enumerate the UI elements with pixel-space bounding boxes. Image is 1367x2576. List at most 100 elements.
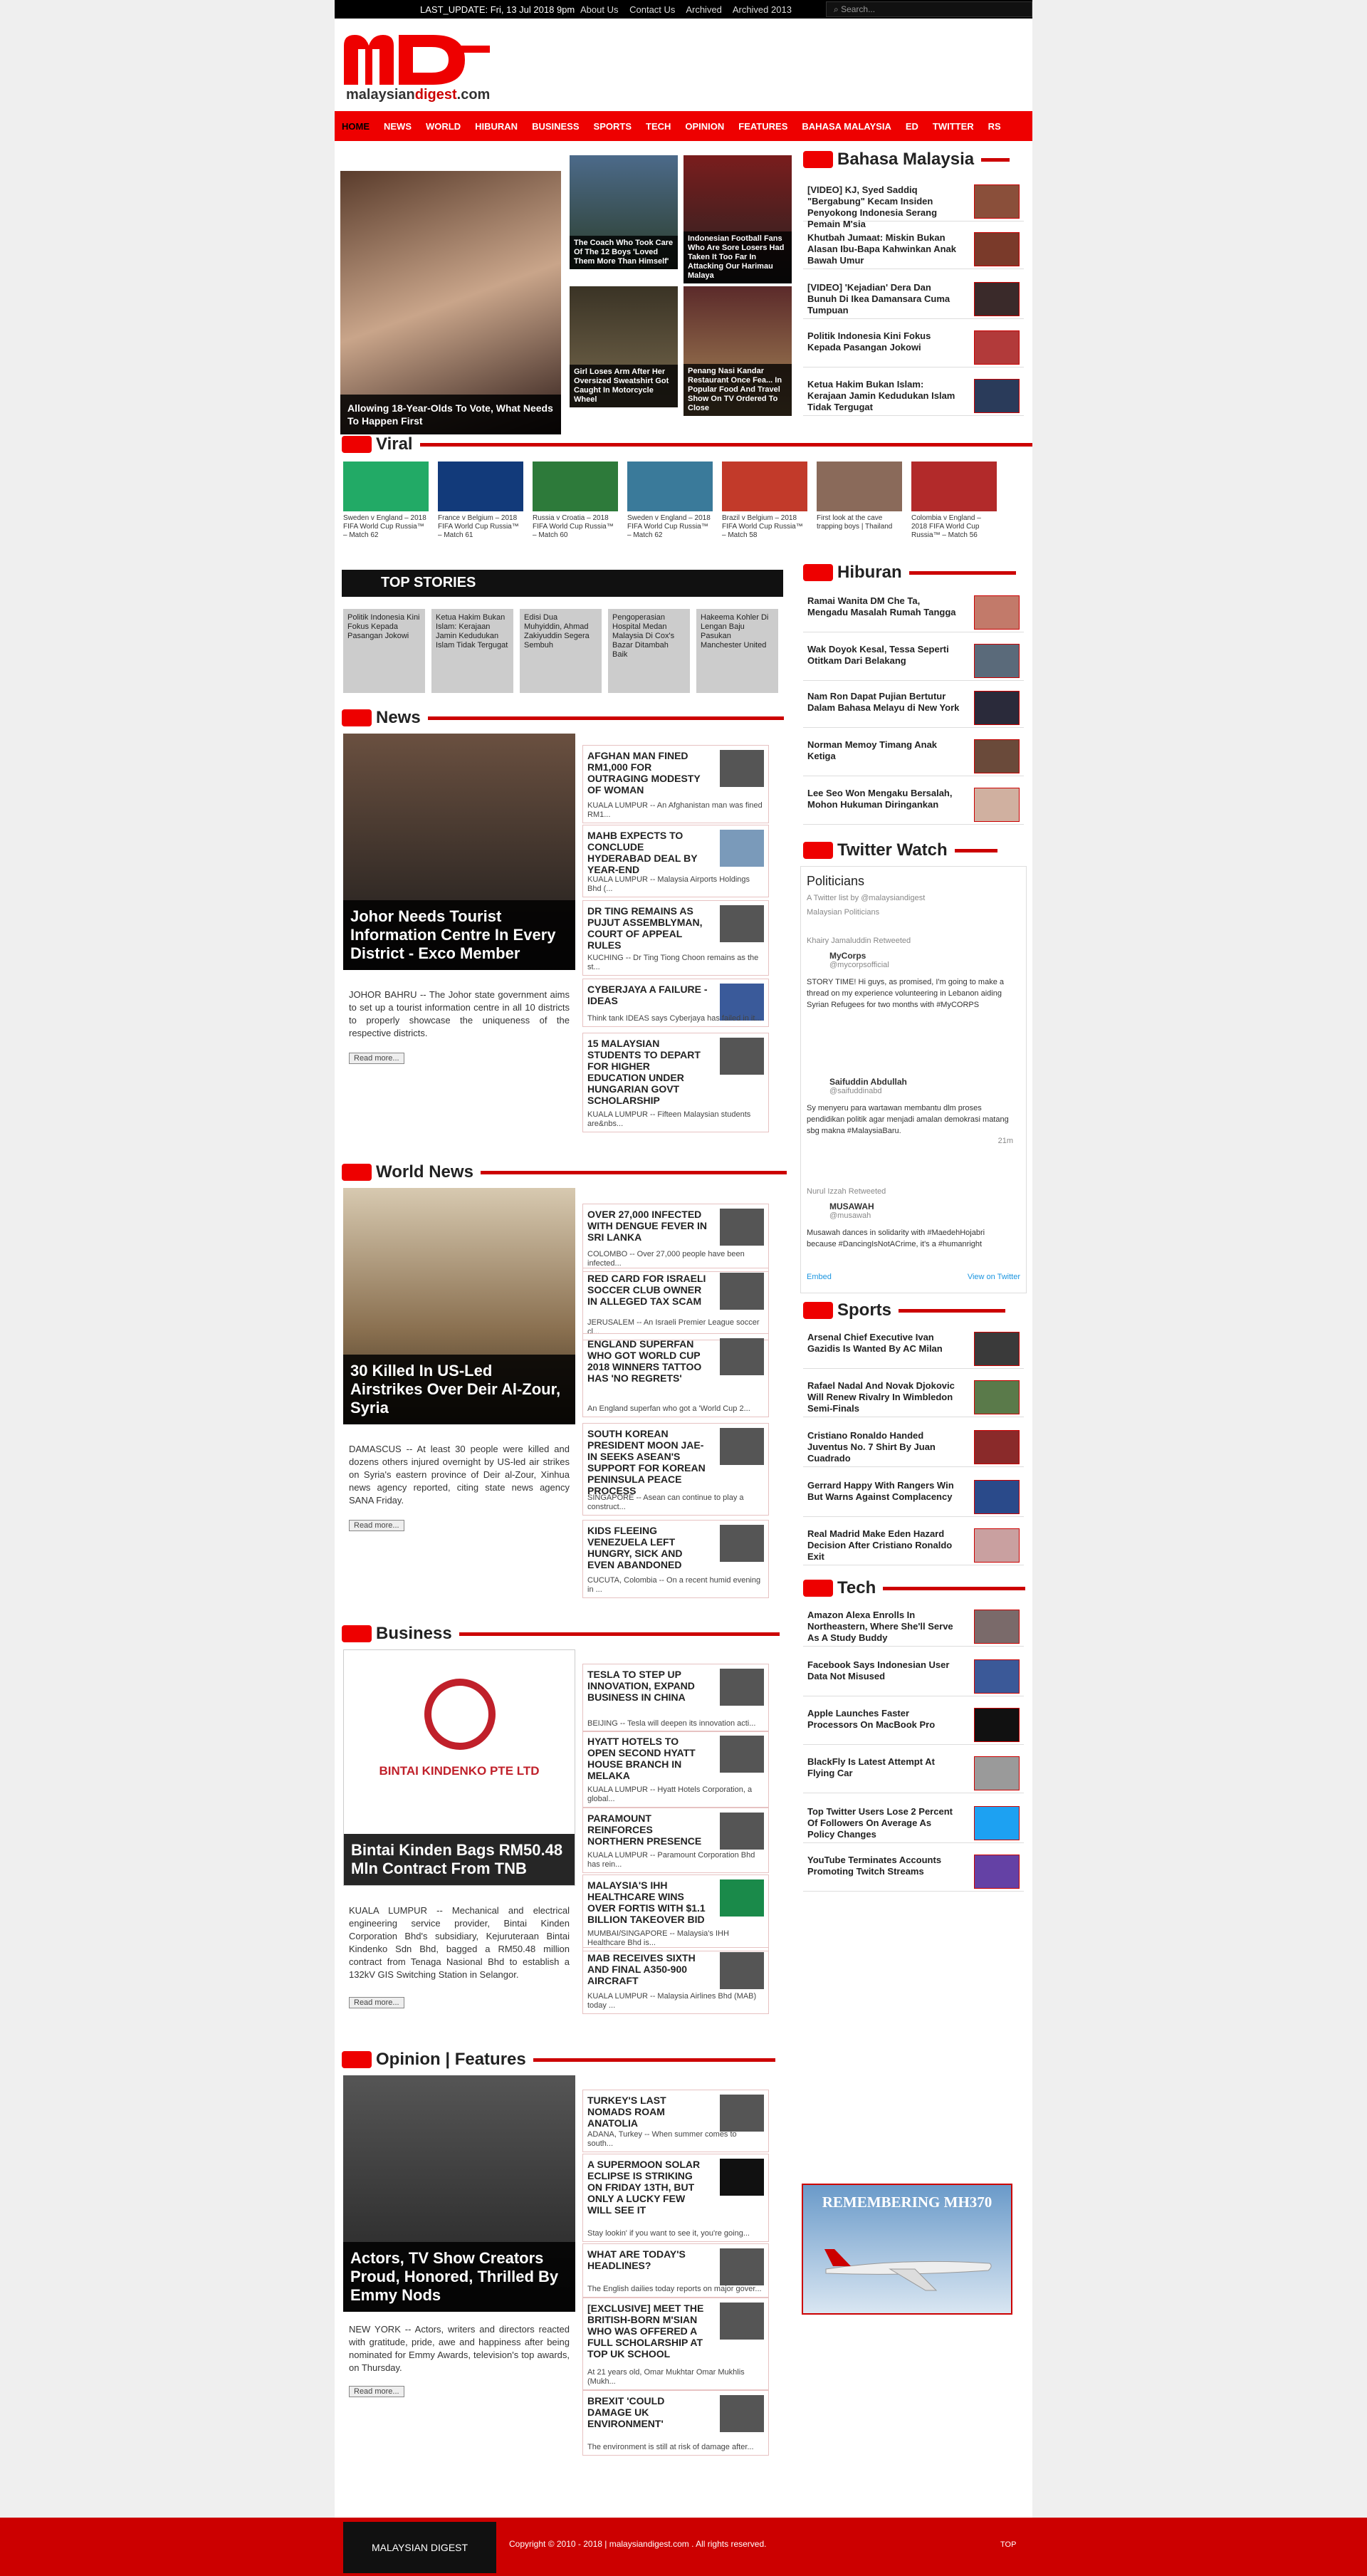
list-item[interactable]: YouTube Terminates Accounts Promoting Tw… [803, 1852, 1024, 1892]
news-item[interactable]: [EXCLUSIVE] MEET THE BRITISH-BORN M'SIAN… [582, 2298, 769, 2390]
link-archived-2013[interactable]: Archived 2013 [733, 4, 792, 15]
search-input[interactable]: ⌕ Search... [826, 1, 1032, 17]
featured-main[interactable]: Allowing 18-Year-Olds To Vote, What Need… [340, 171, 561, 434]
nav-opinion[interactable]: OPINION [685, 121, 724, 132]
list-item[interactable]: BlackFly Is Latest Attempt At Flying Car [803, 1753, 1024, 1793]
news-item[interactable]: TESLA TO STEP UP INNOVATION, EXPAND BUSI… [582, 1664, 769, 1732]
list-item[interactable]: Gerrard Happy With Rangers Win But Warns… [803, 1477, 1024, 1517]
nav-ed[interactable]: ED [906, 121, 918, 132]
news-item[interactable]: MALAYSIA'S IHH HEALTHCARE WINS OVER FORT… [582, 1874, 769, 1951]
video-item[interactable]: First look at the cave trapping boys | T… [817, 462, 902, 547]
featured-thumb[interactable]: The Coach Who Took Care Of The 12 Boys '… [570, 155, 678, 269]
section-title-sports: Sports [803, 1300, 1006, 1320]
business-main[interactable]: BINTAI KINDENKO PTE LTD Bintai Kinden Ba… [343, 1649, 575, 1886]
tweet[interactable]: Nurul Izzah Retweeted MUSAWAH @musawah M… [807, 1187, 1013, 1250]
list-item[interactable]: Cristiano Ronaldo Handed Juventus No. 7 … [803, 1427, 1024, 1467]
embed-link[interactable]: Embed [807, 1273, 832, 1281]
md-logo-icon [803, 842, 833, 859]
link-contact[interactable]: Contact Us [629, 4, 675, 15]
top-story[interactable]: Edisi Dua Muhyiddin, Ahmad Zakiyuddin Se… [520, 609, 602, 693]
list-item[interactable]: Real Madrid Make Eden Hazard Decision Af… [803, 1526, 1024, 1565]
top-story[interactable]: Politik Indonesia Kini Fokus Kepada Pasa… [343, 609, 425, 693]
list-item[interactable]: Wak Doyok Kesal, Tessa Seperti Otitkam D… [803, 641, 1024, 681]
list-item[interactable]: Apple Launches Faster Processors On MacB… [803, 1705, 1024, 1745]
video-item[interactable]: France v Belgium – 2018 FIFA World Cup R… [438, 462, 523, 547]
featured-thumb[interactable]: Penang Nasi Kandar Restaurant Once Fea..… [684, 286, 792, 416]
news-item[interactable]: AFGHAN MAN FINED RM1,000 FOR OUTRAGING M… [582, 745, 769, 823]
nav-twitter[interactable]: TWITTER [933, 121, 974, 132]
read-more-button[interactable]: Read more... [349, 1053, 404, 1064]
bintai-logo-icon [424, 1679, 496, 1750]
world-main[interactable]: 30 Killed In US-Led Airstrikes Over Deir… [343, 1188, 575, 1424]
news-item[interactable]: SOUTH KOREAN PRESIDENT MOON JAE-IN SEEKS… [582, 1423, 769, 1516]
news-item[interactable]: CYBERJAYA A FAILURE - IDEAS Think tank ID… [582, 979, 769, 1027]
video-item[interactable]: Russia v Croatia – 2018 FIFA World Cup R… [533, 462, 618, 547]
news-item[interactable]: OVER 27,000 INFECTED WITH DENGUE FEVER I… [582, 1204, 769, 1272]
tweet[interactable]: Saifuddin Abdullah @saifuddinabd Sy meny… [807, 1077, 1013, 1145]
featured-thumb[interactable]: Indonesian Football Fans Who Are Sore Lo… [684, 155, 792, 283]
link-archived[interactable]: Archived [686, 4, 722, 15]
list-item[interactable]: Arsenal Chief Executive Ivan Gazidis Is … [803, 1329, 1024, 1369]
link-about[interactable]: About Us [580, 4, 618, 15]
featured-thumb[interactable]: Girl Loses Arm After Her Oversized Sweat… [570, 286, 678, 407]
list-item[interactable]: Norman Memoy Timang Anak Ketiga [803, 736, 1024, 776]
nav-world[interactable]: WORLD [426, 121, 461, 132]
top-story[interactable]: Ketua Hakim Bukan Islam: Kerajaan Jamin … [431, 609, 513, 693]
main-nav: HOME NEWS WORLD HIBURAN BUSINESS SPORTS … [335, 111, 1032, 141]
news-item[interactable]: 15 MALAYSIAN STUDENTS TO DEPART FOR HIGH… [582, 1033, 769, 1132]
video-item[interactable]: Sweden v England – 2018 FIFA World Cup R… [343, 462, 429, 547]
list-item[interactable]: [VIDEO] KJ, Syed Saddiq "Bergabung" Keca… [803, 182, 1024, 229]
list-item[interactable]: Politik Indonesia Kini Fokus Kepada Pasa… [803, 328, 1024, 367]
news-main[interactable]: Johor Needs Tourist Information Centre I… [343, 734, 575, 970]
news-item[interactable]: HYATT HOTELS TO OPEN SECOND HYATT HOUSE … [582, 1731, 769, 1808]
news-item[interactable]: TURKEY'S LAST NOMADS ROAM ANATOLIA ADANA,… [582, 2090, 769, 2152]
list-item[interactable]: Ramai Wanita DM Che Ta, Mengadu Masalah … [803, 593, 1024, 632]
list-item[interactable]: Ketua Hakim Bukan Islam: Kerajaan Jamin … [803, 376, 1024, 416]
news-item[interactable]: MAB RECEIVES SIXTH AND FINAL A350-900 AI… [582, 1947, 769, 2014]
back-to-top-link[interactable]: TOP [1000, 2540, 1016, 2549]
md-logo-icon [803, 151, 833, 168]
news-item[interactable]: MAHB EXPECTS TO CONCLUDE HYDERABAD DEAL … [582, 825, 769, 897]
site-logo[interactable]: malaysiandigest.com [340, 31, 504, 110]
news-item[interactable]: DR TING REMAINS AS PUJUT ASSEMBLYMAN, CO… [582, 900, 769, 976]
mh370-banner[interactable]: REMEMBERING MH370 [802, 2184, 1012, 2315]
tweet[interactable]: Khairy Jamaluddin Retweeted MyCorps @myc… [807, 937, 1013, 1011]
news-item[interactable]: A SUPERMOON SOLAR ECLIPSE IS STRIKING ON… [582, 2154, 769, 2242]
video-item[interactable]: Brazil v Belgium – 2018 FIFA World Cup R… [722, 462, 807, 547]
list-item[interactable]: Top Twitter Users Lose 2 Percent Of Foll… [803, 1803, 1024, 1843]
news-item[interactable]: PARAMOUNT REINFORCES NORTHERN PRESENCE KU… [582, 1808, 769, 1873]
read-more-button[interactable]: Read more... [349, 2386, 404, 2397]
nav-home[interactable]: HOME [342, 121, 370, 132]
list-item[interactable]: Amazon Alexa Enrolls In Northeastern, Wh… [803, 1607, 1024, 1647]
news-item[interactable]: KIDS FLEEING VENEZUELA LEFT HUNGRY, SICK… [582, 1520, 769, 1598]
nav-sports[interactable]: SPORTS [594, 121, 632, 132]
list-item[interactable]: Nam Ron Dapat Pujian Bertutur Dalam Baha… [803, 688, 1024, 728]
list-item[interactable]: Lee Seo Won Mengaku Bersalah, Mohon Huku… [803, 785, 1024, 825]
nav-tech[interactable]: TECH [646, 121, 671, 132]
nav-news[interactable]: NEWS [384, 121, 412, 132]
read-more-button[interactable]: Read more... [349, 1997, 404, 2008]
top-story[interactable]: Hakeema Kohler Di Lengan Baju Pasukan Ma… [696, 609, 778, 693]
news-item[interactable]: BREXIT 'COULD DAMAGE UK ENVIRONMENT' The … [582, 2390, 769, 2456]
md-logo-icon [342, 436, 372, 453]
video-item[interactable]: Colombia v England – 2018 FIFA World Cup… [911, 462, 997, 547]
view-on-twitter-link[interactable]: View on Twitter [968, 1273, 1020, 1281]
opinion-main[interactable]: Actors, TV Show Creators Proud, Honored,… [343, 2075, 575, 2312]
read-more-button[interactable]: Read more... [349, 1520, 404, 1531]
news-item[interactable]: ENGLAND SUPERFAN WHO GOT WORLD CUP 2018 … [582, 1333, 769, 1417]
list-item[interactable]: [VIDEO] 'Kejadian' Dera Dan Bunuh Di Ike… [803, 279, 1024, 319]
top-story[interactable]: Pengoperasian Hospital Medan Malaysia Di… [608, 609, 690, 693]
list-item[interactable]: Facebook Says Indonesian User Data Not M… [803, 1657, 1024, 1696]
nav-hiburan[interactable]: HIBURAN [475, 121, 518, 132]
news-item[interactable]: RED CARD FOR ISRAELI SOCCER CLUB OWNER I… [582, 1268, 769, 1340]
footer-logo[interactable]: MALAYSIAN DIGEST [343, 2522, 496, 2573]
nav-business[interactable]: BUSINESS [532, 121, 579, 132]
nav-bm[interactable]: BAHASA MALAYSIA [802, 121, 891, 132]
nav-rss[interactable]: RS [988, 121, 1001, 132]
list-item[interactable]: Khutbah Jumaat: Miskin Bukan Alasan Ibu-… [803, 229, 1024, 269]
list-item[interactable]: Rafael Nadal And Novak Djokovic Will Ren… [803, 1377, 1024, 1417]
nav-features[interactable]: FEATURES [738, 121, 787, 132]
video-item[interactable]: Sweden v England – 2018 FIFA World Cup R… [627, 462, 713, 547]
news-item[interactable]: WHAT ARE TODAY'S HEADLINES? The English d… [582, 2243, 769, 2298]
search-icon: ⌕ [834, 4, 842, 14]
